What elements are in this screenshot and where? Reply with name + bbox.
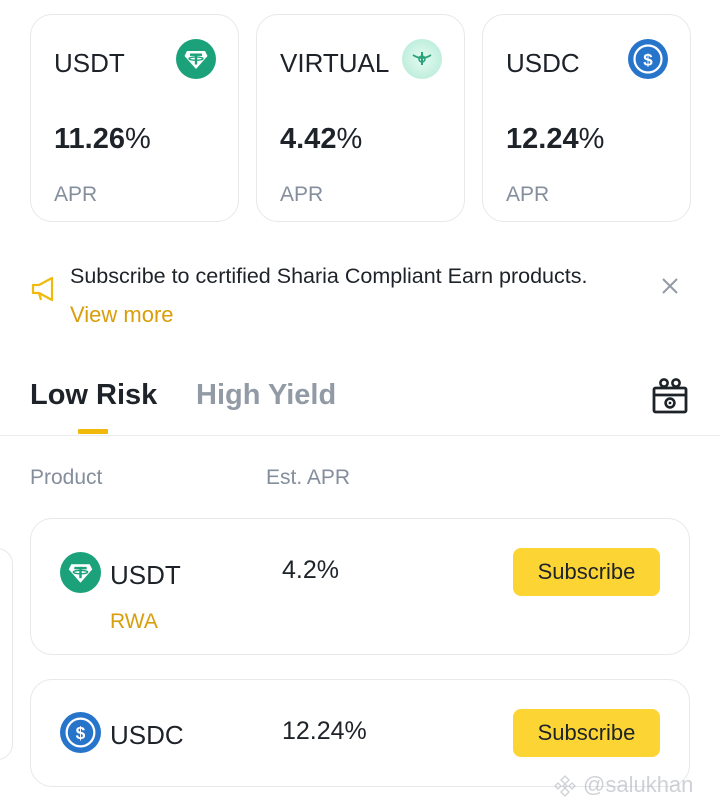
product-tag: RWA	[110, 610, 158, 633]
subscribe-button[interactable]: Subscribe	[513, 709, 660, 757]
product-name: USDT	[110, 560, 181, 590]
apr-card-virtual[interactable]: VIRTUAL 4.42% APR	[256, 14, 465, 222]
card-symbol: USDT	[54, 48, 125, 78]
card-apr-label: APR	[54, 183, 98, 206]
usdc-icon: $	[60, 712, 101, 753]
tab-high-yield[interactable]: High Yield	[196, 379, 336, 412]
product-row-usdt[interactable]: USDT RWA 4.2% Subscribe	[30, 518, 690, 655]
apr-card-usdc[interactable]: USDC $ 12.24% APR	[482, 14, 691, 222]
watermark-text: @salukhan	[583, 772, 694, 797]
apr-card-usdt[interactable]: USDT 11.26% APR	[30, 14, 239, 222]
card-symbol: USDC	[506, 48, 580, 78]
card-apr-value: 12.24%	[506, 123, 605, 155]
card-apr-label: APR	[506, 183, 550, 206]
watermark: @salukhan	[553, 770, 720, 800]
active-tab-indicator	[78, 429, 108, 434]
product-apr: 12.24%	[282, 717, 367, 745]
banner-message: Subscribe to certified Sharia Compliant …	[70, 264, 588, 288]
close-icon[interactable]	[660, 276, 680, 296]
partial-card	[0, 548, 13, 760]
card-apr-value: 11.26%	[54, 123, 151, 155]
card-symbol: VIRTUAL	[280, 48, 390, 78]
product-name: USDC	[110, 720, 184, 750]
binance-watermark-icon	[554, 775, 576, 797]
sharia-banner: Subscribe to certified Sharia Compliant …	[30, 262, 690, 332]
product-apr: 4.2%	[282, 556, 339, 584]
tab-low-risk[interactable]: Low Risk	[30, 379, 157, 412]
earn-page: USDT 11.26% APR VIRTUAL 4.42% APR USDC $…	[0, 0, 720, 809]
column-apr-header: Est. APR	[266, 466, 351, 489]
risk-tabs: Low Risk High Yield	[0, 370, 720, 436]
virtual-icon	[402, 39, 442, 79]
subscribe-button[interactable]: Subscribe	[513, 548, 660, 596]
svg-text:$: $	[643, 51, 653, 70]
apr-card-row: USDT 11.26% APR VIRTUAL 4.42% APR USDC $…	[30, 14, 691, 222]
column-product-header: Product	[30, 466, 103, 489]
view-more-link[interactable]: View more	[70, 302, 174, 328]
card-apr-value: 4.42%	[280, 123, 363, 155]
megaphone-icon	[31, 276, 55, 302]
tether-icon	[176, 39, 216, 79]
svg-text:$: $	[76, 723, 86, 743]
gift-icon[interactable]	[650, 376, 690, 416]
card-apr-label: APR	[280, 183, 324, 206]
usdc-icon: $	[628, 39, 668, 79]
tether-icon	[60, 552, 101, 593]
